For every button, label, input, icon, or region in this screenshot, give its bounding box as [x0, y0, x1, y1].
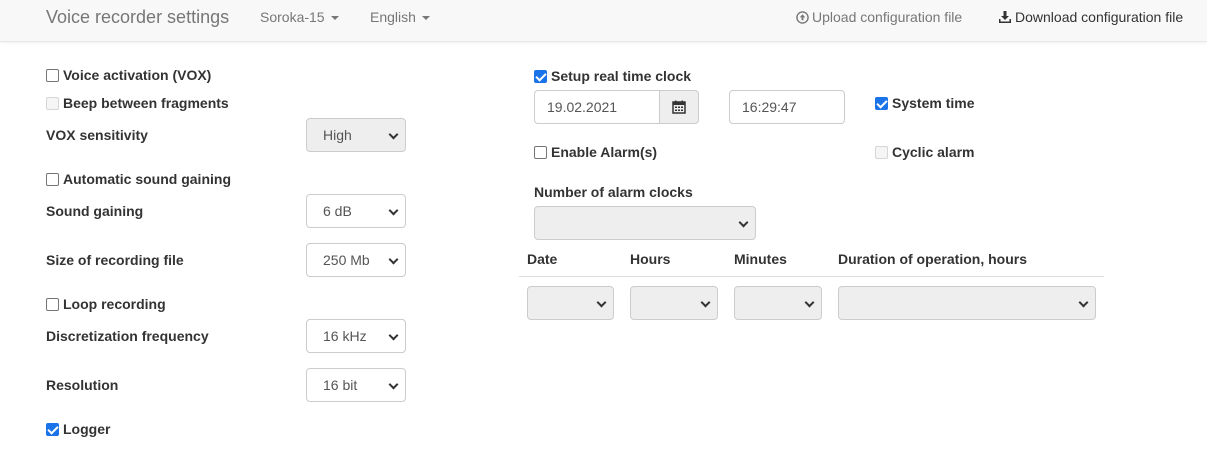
logger-checkbox-row[interactable]: Logger	[46, 420, 110, 438]
vox-sensitivity-value: High	[323, 127, 352, 143]
enable-alarms-checkbox-row[interactable]: Enable Alarm(s)	[534, 143, 657, 161]
sound-gaining-select[interactable]: 6 dB	[306, 194, 406, 228]
alarm-hours-select	[630, 286, 718, 320]
frequency-select[interactable]: 16 kHz	[306, 319, 406, 353]
language-dropdown-label: English	[370, 9, 416, 25]
cyclic-alarm-checkbox	[875, 145, 888, 159]
cyclic-alarm-label: Cyclic alarm	[892, 144, 975, 160]
navbar: Voice recorder settings Soroka-15 Englis…	[0, 0, 1207, 42]
auto-gain-checkbox[interactable]	[46, 172, 59, 186]
vox-checkbox-row[interactable]: Voice activation (VOX)	[46, 66, 211, 84]
upload-config-link[interactable]: Upload configuration file	[796, 8, 962, 26]
language-dropdown[interactable]: English	[370, 8, 430, 26]
device-dropdown-label: Soroka-15	[260, 9, 325, 25]
alarm-duration-select	[838, 286, 1096, 320]
upload-circle-icon	[796, 11, 809, 24]
chevron-down-icon	[388, 330, 399, 341]
auto-gain-label: Automatic sound gaining	[63, 171, 231, 187]
vox-checkbox[interactable]	[46, 68, 59, 82]
logger-label: Logger	[63, 421, 111, 437]
system-time-checkbox-row[interactable]: System time	[875, 94, 974, 112]
download-config-label: Download configuration file	[1015, 9, 1184, 25]
download-config-link[interactable]: Download configuration file	[998, 8, 1183, 26]
alarm-count-label: Number of alarm clocks	[534, 184, 693, 200]
chevron-down-icon	[388, 205, 399, 216]
loop-label: Loop recording	[63, 296, 166, 312]
vox-sensitivity-select[interactable]: High	[306, 118, 406, 152]
chevron-down-icon	[738, 217, 749, 228]
loop-checkbox[interactable]	[46, 297, 59, 311]
table-header-minutes: Minutes	[734, 251, 787, 267]
time-input[interactable]: 16:29:47	[729, 90, 845, 124]
cyclic-alarm-checkbox-row: Cyclic alarm	[875, 143, 975, 161]
rtc-checkbox[interactable]	[534, 69, 547, 83]
calendar-button[interactable]	[659, 90, 699, 124]
chevron-down-icon	[1078, 297, 1089, 308]
chevron-down-icon	[388, 379, 399, 390]
resolution-select[interactable]: 16 bit	[306, 368, 406, 402]
auto-gain-checkbox-row[interactable]: Automatic sound gaining	[46, 170, 231, 188]
enable-alarms-label: Enable Alarm(s)	[551, 144, 658, 160]
table-header-hours: Hours	[630, 251, 671, 267]
frequency-label: Discretization frequency	[46, 328, 209, 344]
resolution-label: Resolution	[46, 377, 119, 393]
download-icon	[999, 11, 1011, 23]
beep-checkbox	[46, 96, 59, 110]
frequency-value: 16 kHz	[323, 328, 367, 344]
beep-checkbox-row: Beep between fragments	[46, 94, 229, 112]
caret-down-icon	[330, 16, 339, 21]
date-value: 19.02.2021	[547, 99, 618, 115]
caret-down-icon	[421, 16, 430, 21]
loop-checkbox-row[interactable]: Loop recording	[46, 295, 166, 313]
rtc-checkbox-row[interactable]: Setup real time clock	[534, 67, 691, 85]
file-size-label: Size of recording file	[46, 252, 184, 268]
chevron-down-icon	[388, 129, 399, 140]
system-time-label: System time	[892, 95, 975, 111]
table-header-divider	[519, 276, 1104, 277]
sound-gaining-value: 6 dB	[323, 203, 352, 219]
app-title[interactable]: Voice recorder settings	[46, 6, 229, 28]
chevron-down-icon	[804, 297, 815, 308]
rtc-label: Setup real time clock	[551, 68, 692, 84]
table-header-date: Date	[527, 251, 558, 267]
alarm-date-select	[527, 286, 614, 320]
alarm-minutes-select	[734, 286, 822, 320]
device-dropdown[interactable]: Soroka-15	[260, 8, 339, 26]
beep-label: Beep between fragments	[63, 95, 229, 111]
logger-checkbox[interactable]	[46, 422, 59, 436]
sound-gaining-label: Sound gaining	[46, 203, 144, 219]
calendar-icon	[672, 100, 686, 114]
table-header-duration: Duration of operation, hours	[838, 251, 1027, 267]
file-size-select[interactable]: 250 Mb	[306, 243, 406, 277]
alarm-count-select	[534, 206, 756, 240]
resolution-value: 16 bit	[323, 377, 358, 393]
date-input[interactable]: 19.02.2021	[534, 90, 660, 124]
vox-label: Voice activation (VOX)	[63, 67, 212, 83]
system-time-checkbox[interactable]	[875, 96, 888, 110]
enable-alarms-checkbox[interactable]	[534, 145, 547, 159]
file-size-value: 250 Mb	[323, 252, 370, 268]
time-value: 16:29:47	[742, 99, 797, 115]
chevron-down-icon	[388, 254, 399, 265]
upload-config-label: Upload configuration file	[812, 9, 963, 25]
chevron-down-icon	[700, 297, 711, 308]
vox-sensitivity-label: VOX sensitivity	[46, 127, 148, 143]
chevron-down-icon	[596, 297, 607, 308]
